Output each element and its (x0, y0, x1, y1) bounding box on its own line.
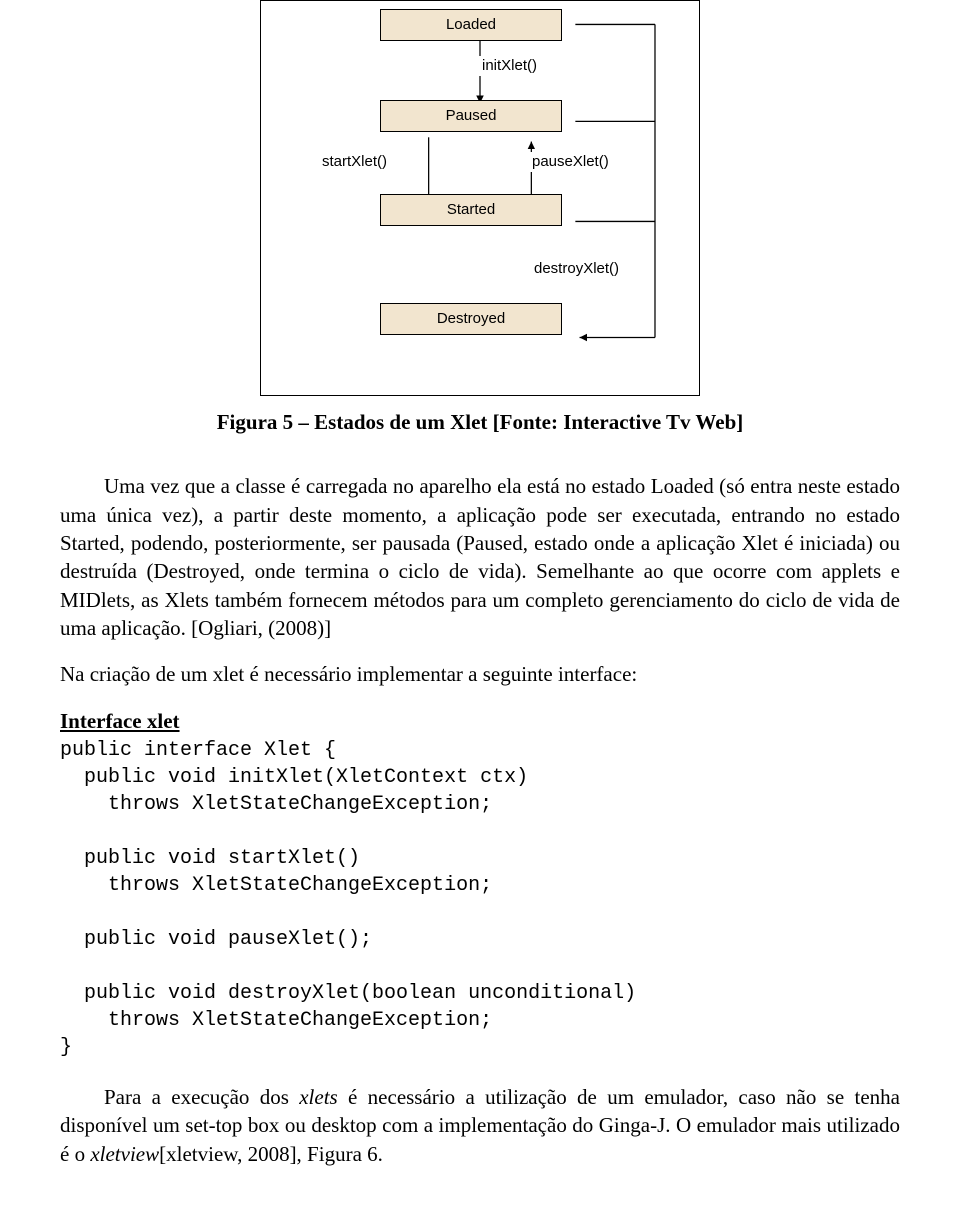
state-destroyed: Destroyed (380, 303, 562, 335)
para3-text-e: [xletview, 2008], Figura 6. (159, 1142, 383, 1166)
diagram-container: Loaded initXlet() Paused startXlet() pau… (260, 0, 700, 396)
para3-italic-xletview: xletview (90, 1142, 159, 1166)
state-destroyed-label: Destroyed (437, 310, 505, 327)
state-loaded-label: Loaded (446, 16, 496, 33)
trans-destroyxlet-label: destroyXlet() (531, 259, 622, 279)
paragraph-1: Uma vez que a classe é carregada no apar… (60, 472, 900, 642)
trans-pausexlet-label: pauseXlet() (529, 152, 612, 172)
paragraph-2: Na criação de um xlet é necessário imple… (60, 660, 900, 688)
interface-heading: Interface xlet (60, 707, 900, 735)
code-block: public interface Xlet { public void init… (60, 737, 900, 1061)
state-loaded: Loaded (380, 9, 562, 41)
state-diagram: Loaded initXlet() Paused startXlet() pau… (260, 0, 700, 396)
para3-text-a: Para a execução dos (104, 1085, 299, 1109)
state-paused-label: Paused (446, 107, 497, 124)
paragraph-3: Para a execução dos xlets é necessário a… (60, 1083, 900, 1168)
para3-italic-xlets: xlets (299, 1085, 337, 1109)
figure-caption: Figura 5 – Estados de um Xlet [Fonte: In… (60, 408, 900, 436)
state-started-label: Started (447, 201, 495, 218)
trans-initxlet-label: initXlet() (479, 56, 540, 76)
trans-startxlet-label: startXlet() (319, 152, 390, 172)
state-paused: Paused (380, 100, 562, 132)
state-started: Started (380, 194, 562, 226)
